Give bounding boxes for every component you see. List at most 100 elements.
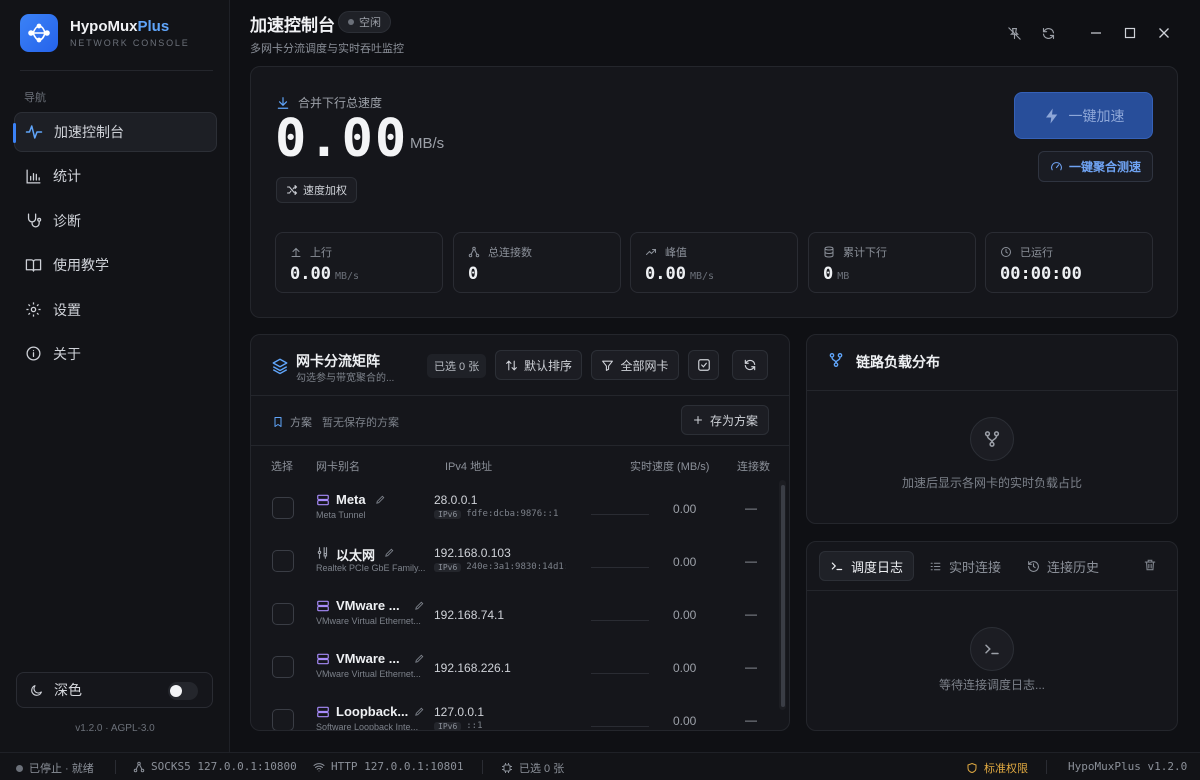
table-row[interactable]: 以太网 Realtek PCIe GbE Family... 192.168.0… [251,537,781,589]
table-row[interactable]: Meta Meta Tunnel 28.0.0.1 IPv6 fdfe:dcba:… [251,484,781,536]
edit-alias-icon[interactable] [414,600,425,611]
nav-list: 加速控制台 统计 诊断 使用教学 设置 关于 [13,112,217,378]
select-all-button[interactable] [688,350,719,380]
tab-connection-history[interactable]: 连接历史 [1017,551,1109,581]
edit-alias-icon[interactable] [414,706,425,717]
page-title: 加速控制台 [250,16,335,35]
server-icon [316,652,330,666]
nic-connections: — [745,501,757,515]
refresh-window-button[interactable] [1039,24,1057,42]
app-subtitle: NETWORK CONSOLE [70,38,190,48]
scrollbar-thumb[interactable] [781,485,785,707]
wifi-icon [313,761,325,773]
row-checkbox[interactable] [272,550,294,572]
log-card: 调度日志 实时连接 连接历史 等待连接调度日志... [806,541,1178,731]
status-state: 已停止 · 就绪 [16,760,94,776]
sidebar-item-dashboard[interactable]: 加速控制台 [13,112,217,152]
app-name: HypoMuxPlus [70,18,170,35]
lightning-icon [1043,107,1061,125]
trash-icon[interactable] [1143,558,1157,572]
edit-alias-icon[interactable] [375,494,386,505]
tab-dispatch-log[interactable]: 调度日志 [819,551,915,581]
page-subtitle: 多网卡分流调度与实时吞吐监控 [250,43,404,55]
total-speed-value: 0.00 [275,109,409,169]
sidebar: HypoMuxPlus NETWORK CONSOLE 导航 加速控制台 统计 … [0,0,230,752]
matrix-title: 网卡分流矩阵 [296,353,380,369]
branch-icon [828,352,844,368]
theme-toggle[interactable] [168,682,198,700]
column-header-speed: 实时速度 (MB/s) [630,461,710,473]
nic-ipv6: IPv6::1 [434,721,566,730]
speed-weight-button[interactable]: 速度加权 [276,177,357,203]
shuffle-icon [286,184,298,196]
bookmark-icon [272,416,284,428]
edit-alias-icon[interactable] [414,653,425,664]
total-speed-unit: MB/s [410,135,445,152]
log-empty-text: 等待连接调度日志... [938,678,1045,692]
load-distribution-card: 链路负载分布 加速后显示各网卡的实时负载占比 [806,334,1178,524]
selected-count-badge: 已选 0 张 [427,354,487,378]
nic-ipv4: 127.0.0.1 [434,705,485,719]
sidebar-item-tutorial[interactable]: 使用教学 [14,245,217,285]
row-checkbox[interactable] [272,603,294,625]
close-button[interactable] [1155,24,1173,42]
save-plan-button[interactable]: 存为方案 [681,405,769,435]
nic-ipv4: 28.0.0.1 [434,493,478,507]
sidebar-divider [20,70,213,71]
status-socks: SOCKS5 127.0.0.1:10800 [133,760,297,773]
database-icon [823,246,835,258]
maximize-icon [1124,27,1136,39]
row-checkbox[interactable] [272,656,294,678]
row-checkbox[interactable] [272,709,294,730]
terminal-icon [830,559,844,573]
sort-button[interactable]: 默认排序 [495,350,582,380]
speed-sparkline [591,620,649,621]
refresh-nics-button[interactable] [732,350,768,380]
sidebar-item-diagnose[interactable]: 诊断 [14,201,217,241]
status-permission: 标准权限 [966,760,1028,776]
list-icon [929,560,942,573]
row-checkbox[interactable] [272,497,294,519]
maximize-button[interactable] [1121,24,1139,42]
terminal-icon [970,627,1014,671]
filter-button[interactable]: 全部网卡 [591,350,679,380]
plan-empty-text: 暂无保存的方案 [322,417,399,429]
sidebar-item-label: 加速控制台 [54,124,124,140]
sidebar-item-stats[interactable]: 统计 [14,156,217,196]
table-row[interactable]: VMware ... VMware Virtual Ethernet... 19… [251,643,781,695]
table-row[interactable]: VMware ... VMware Virtual Ethernet... 19… [251,590,781,642]
bar-chart-icon [24,167,42,185]
speed-sparkline [591,514,649,515]
clock-icon [1000,246,1012,258]
sidebar-item-about[interactable]: 关于 [14,334,217,374]
plan-row: 方案 暂无保存的方案 [272,414,399,430]
nic-ipv6: IPv6 fdfe:dcba:9876::1 [434,509,566,519]
nic-description: Meta Tunnel [316,510,366,520]
trend-up-icon [645,246,657,258]
gauge-icon [1050,160,1063,173]
app-logo-icon [20,14,58,52]
speed-test-button[interactable]: 一键聚合测速 [1038,151,1153,182]
nic-connections: — [745,713,757,727]
nic-speed: 0.00 [673,608,697,622]
minimize-button[interactable] [1087,24,1105,42]
column-header-select: 选择 [271,461,293,473]
column-header-ipv4: IPv4 地址 [445,461,493,473]
sidebar-item-label: 诊断 [53,212,81,229]
nic-ipv4: 192.168.0.103 [434,546,511,560]
accelerate-button[interactable]: 一键加速 [1014,92,1153,139]
sidebar-item-settings[interactable]: 设置 [14,290,217,330]
edit-alias-icon[interactable] [384,547,395,558]
matrix-subtitle: 勾选参与带宽聚合的... [296,373,395,384]
info-icon [24,345,42,363]
nic-connections: — [745,660,757,674]
brand: HypoMuxPlus NETWORK CONSOLE [20,14,190,52]
nic-alias: VMware ... [336,651,400,666]
pin-off-button[interactable] [1005,24,1023,42]
table-row[interactable]: Loopback... Software Loopback Inte... 12… [251,696,781,730]
ethernet-icon [316,546,330,560]
server-icon [316,705,330,719]
arrow-up-icon [290,246,302,258]
app-version: v1.2.0 · AGPL-3.0 [75,723,155,734]
tab-live-connections[interactable]: 实时连接 [919,551,1011,581]
